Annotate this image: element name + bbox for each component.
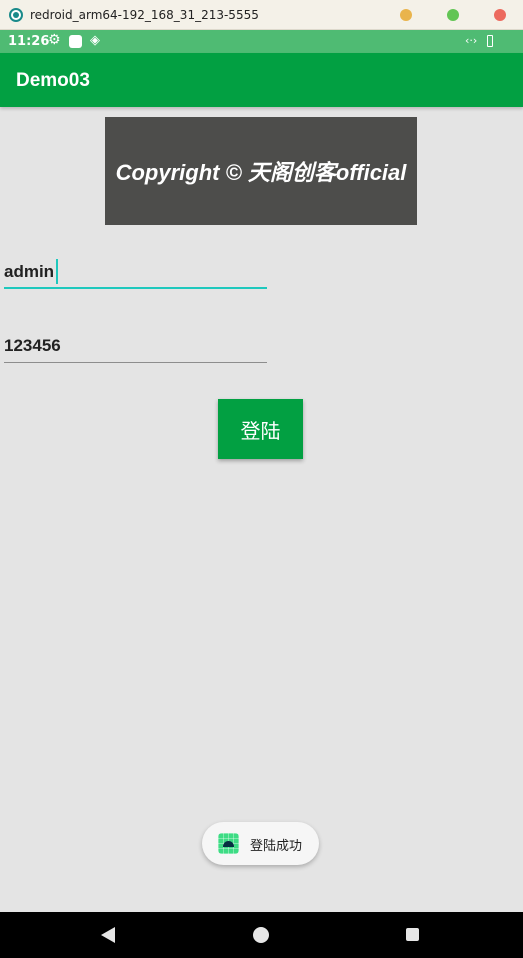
action-bar: Demo03 <box>0 53 523 107</box>
app-logo-icon <box>9 8 23 22</box>
recents-button[interactable] <box>406 928 419 941</box>
close-button[interactable] <box>494 9 506 21</box>
network-icon: ‹·› <box>465 34 478 47</box>
maximize-button[interactable] <box>447 9 459 21</box>
password-field[interactable]: 123456 <box>4 331 267 363</box>
gear-icon: ⚙ <box>48 32 61 48</box>
username-underline <box>4 287 267 289</box>
username-field[interactable]: admin <box>4 257 267 289</box>
toast-text: 登陆成功 <box>250 839 303 854</box>
notification-square-icon <box>69 35 82 48</box>
battery-icon <box>487 35 493 47</box>
copyright-banner-image: Copyright © 天阁创客official <box>105 117 417 225</box>
password-value: 123456 <box>4 336 61 355</box>
status-time: 11:26 <box>8 34 50 49</box>
username-value: admin <box>4 262 55 281</box>
status-bar: 11:26 ⚙ ◈ ‹·› <box>0 30 523 53</box>
toast-message: 登陆成功 <box>202 822 319 865</box>
app-title: Demo03 <box>16 70 90 91</box>
home-button[interactable] <box>253 927 269 943</box>
minimize-button[interactable] <box>400 9 412 21</box>
window-title-bar: redroid_arm64-192_168_31_213-5555 <box>0 0 523 30</box>
back-button[interactable] <box>101 927 115 943</box>
password-underline <box>4 362 267 363</box>
signal-icon: ◈ <box>90 33 100 48</box>
android-icon <box>218 833 239 854</box>
text-cursor <box>56 259 58 284</box>
window-title: redroid_arm64-192_168_31_213-5555 <box>30 8 259 22</box>
login-button[interactable]: 登陆 <box>218 399 303 459</box>
banner-text: Copyright © 天阁创客official <box>115 160 407 185</box>
navigation-bar <box>0 912 523 958</box>
